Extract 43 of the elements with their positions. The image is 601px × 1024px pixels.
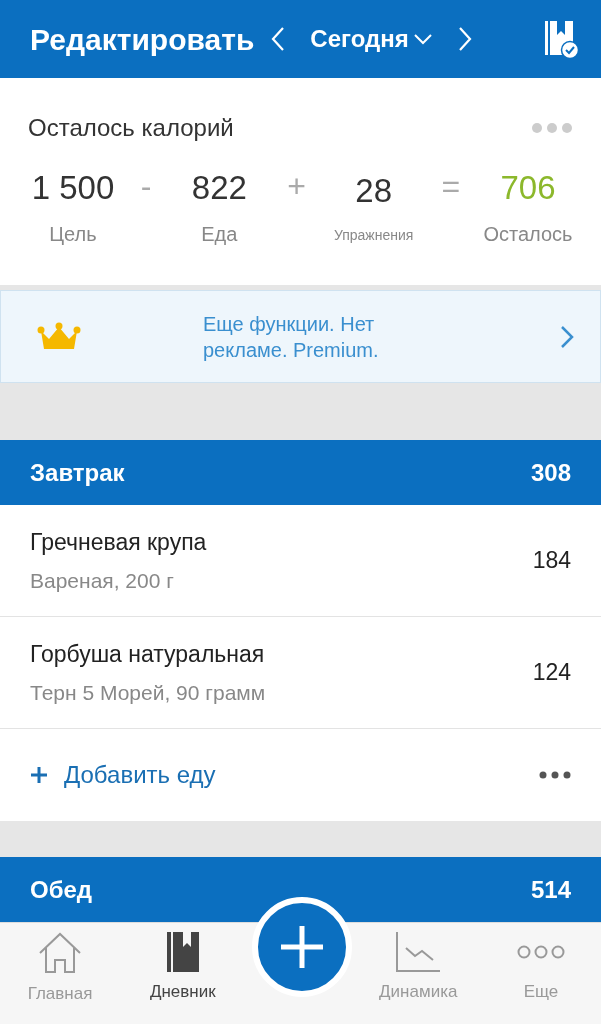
calorie-label: Осталось — [483, 221, 573, 247]
food-calories: 124 — [532, 658, 571, 688]
premium-banner[interactable]: Еще функции. Нет рекламе. Premium. — [0, 290, 601, 383]
diary-icon — [165, 931, 200, 973]
calorie-value: 822 — [191, 168, 247, 209]
food-name: Горбуша натуральная — [30, 639, 266, 669]
meal-name: Завтрак — [30, 457, 125, 488]
food-row[interactable]: Горбуша натуральная Терн 5 Морей, 90 грамм 124 — [0, 617, 601, 729]
card-title: Осталось калорий — [28, 113, 234, 143]
add-food-link[interactable]: Добавить еду — [30, 757, 216, 793]
calorie-value: 706 — [500, 168, 556, 209]
chevron-right-icon — [560, 324, 574, 349]
promo-text: Еще функции. Нет рекламе. Premium. — [203, 311, 379, 363]
food-detail: Терн 5 Морей, 90 грамм — [30, 680, 266, 706]
tab-item[interactable]: Динамика — [358, 931, 479, 1005]
meal-calories: 308 — [530, 457, 571, 488]
home-icon — [37, 931, 83, 975]
food-name: Гречневая крупа — [30, 527, 207, 557]
food-calories: 184 — [532, 546, 571, 576]
screen-title: Редактировать — [30, 21, 255, 58]
plus-icon — [279, 924, 325, 970]
operator-sign: = — [441, 167, 461, 206]
next-day-icon[interactable] — [456, 26, 473, 52]
food-detail: Вареная, 200 г — [30, 568, 175, 594]
tab-item[interactable]: Дневник — [122, 931, 243, 1005]
more-options-icon[interactable] — [539, 771, 571, 779]
operator-sign: - — [140, 167, 152, 206]
date-dropdown[interactable]: Сегодня — [310, 21, 433, 57]
calorie-label: Цель — [49, 221, 97, 247]
meal-name: Обед — [30, 874, 93, 905]
operator-sign: + — [287, 167, 306, 206]
calorie-label: Упражнения — [333, 226, 414, 246]
food-row[interactable]: Гречневая крупа Вареная, 200 г 184 — [0, 505, 601, 617]
meal-calories: 514 — [530, 874, 571, 905]
chart-icon — [395, 931, 442, 973]
calorie-label: Еда — [201, 221, 238, 247]
tab-item[interactable]: Главная — [0, 931, 120, 1007]
diary-check-icon[interactable] — [543, 19, 579, 59]
previous-day-icon[interactable] — [270, 26, 287, 52]
calorie-value: 1 500 — [31, 168, 115, 209]
calorie-value: 28 — [355, 170, 392, 211]
tab-item[interactable]: Еще — [481, 931, 601, 1005]
plus-icon — [30, 766, 48, 784]
